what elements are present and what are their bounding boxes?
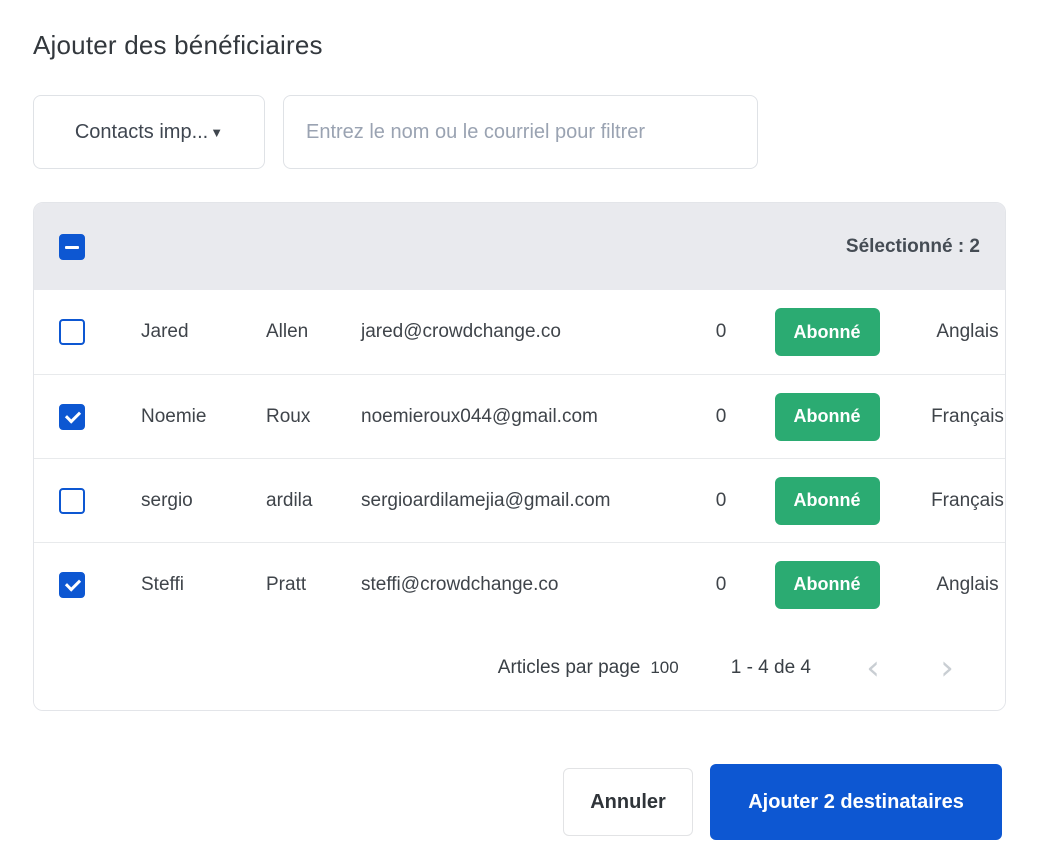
row-checkbox[interactable] [59, 488, 85, 514]
first-name-cell: sergio [141, 490, 266, 512]
filter-row: Contacts imp...▼ [33, 95, 1006, 169]
previous-page-icon[interactable]: ‹ [861, 651, 885, 685]
last-name-cell: ardila [266, 490, 361, 512]
items-per-page-label: Articles par page [498, 657, 641, 679]
last-name-cell: Pratt [266, 574, 361, 596]
pagination-range-label: 1 - 4 de 4 [731, 657, 811, 679]
caret-down-icon: ▼ [210, 126, 223, 139]
language-cell: Français [903, 490, 1006, 512]
last-name-cell: Roux [266, 406, 361, 428]
status-badge: Abonné [775, 308, 880, 356]
row-checkbox[interactable] [59, 404, 85, 430]
filter-search-input[interactable] [283, 95, 758, 169]
selected-count-label: Sélectionné : 2 [846, 236, 980, 258]
status-badge: Abonné [775, 393, 880, 441]
first-name-cell: Jared [141, 321, 266, 343]
first-name-cell: Noemie [141, 406, 266, 428]
language-cell: Anglais [903, 321, 1006, 343]
count-cell: 0 [691, 406, 751, 428]
language-cell: Français [903, 406, 1006, 428]
row-checkbox[interactable] [59, 572, 85, 598]
add-recipients-button[interactable]: Ajouter 2 destinataires [710, 764, 1002, 840]
items-per-page-value[interactable]: 100 [650, 658, 678, 678]
table-row[interactable]: Noemie Roux noemieroux044@gmail.com 0 Ab… [34, 374, 1005, 458]
email-cell: sergioardilamejia@gmail.com [361, 490, 691, 512]
select-all-checkbox[interactable] [59, 234, 85, 260]
first-name-cell: Steffi [141, 574, 266, 596]
language-cell: Anglais [903, 574, 1006, 596]
table-row[interactable]: sergio ardila sergioardilamejia@gmail.co… [34, 458, 1005, 542]
email-cell: noemieroux044@gmail.com [361, 406, 691, 428]
contacts-source-dropdown[interactable]: Contacts imp...▼ [33, 95, 265, 169]
email-cell: jared@crowdchange.co [361, 321, 691, 343]
table-row[interactable]: Steffi Pratt steffi@crowdchange.co 0 Abo… [34, 542, 1005, 626]
contacts-table: Sélectionné : 2 Jared Allen jared@crowdc… [33, 202, 1006, 711]
count-cell: 0 [691, 321, 751, 343]
count-cell: 0 [691, 490, 751, 512]
email-cell: steffi@crowdchange.co [361, 574, 691, 596]
add-beneficiaries-dialog: Ajouter des bénéficiaires Contacts imp..… [0, 0, 1039, 840]
contacts-source-dropdown-label: Contacts imp... [75, 121, 208, 144]
status-badge: Abonné [775, 477, 880, 525]
table-header: Sélectionné : 2 [34, 203, 1005, 290]
row-checkbox[interactable] [59, 319, 85, 345]
page-title: Ajouter des bénéficiaires [33, 30, 1006, 61]
status-badge: Abonné [775, 561, 880, 609]
dialog-actions: Annuler Ajouter 2 destinataires [33, 764, 1006, 840]
next-page-icon[interactable]: › [935, 651, 959, 685]
count-cell: 0 [691, 574, 751, 596]
pagination-bar: Articles par page 100 1 - 4 de 4 ‹ › [34, 626, 1005, 710]
last-name-cell: Allen [266, 321, 361, 343]
cancel-button[interactable]: Annuler [563, 768, 693, 836]
table-row[interactable]: Jared Allen jared@crowdchange.co 0 Abonn… [34, 290, 1005, 374]
